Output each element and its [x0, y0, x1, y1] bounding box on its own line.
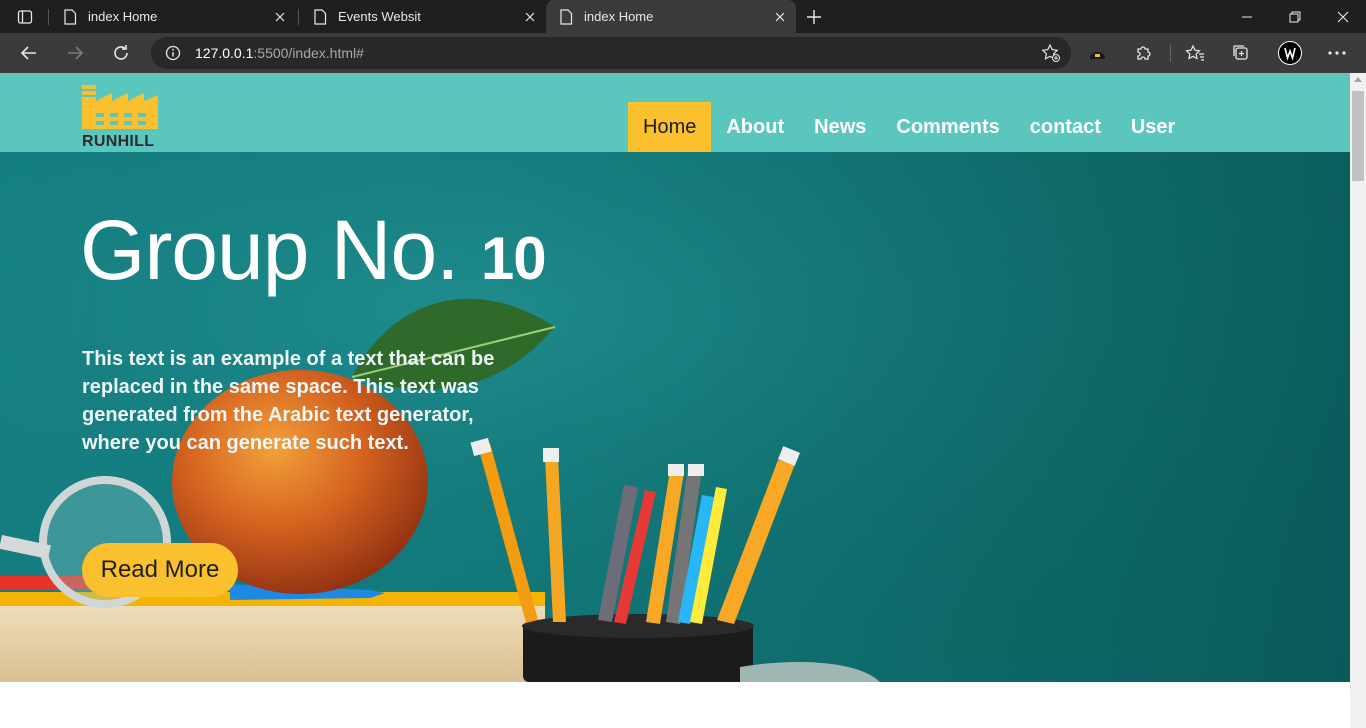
- toolbar-divider: [1170, 44, 1171, 62]
- site-header: RUNHILL Home About News Comments contact…: [0, 73, 1350, 152]
- hero-description: This text is an example of a text that c…: [82, 348, 495, 454]
- collections-button[interactable]: [1225, 37, 1257, 69]
- avatar: [1278, 41, 1302, 65]
- tab-actions-button[interactable]: [8, 0, 42, 33]
- browser-window: index Home Events Websit index Home 127.…: [0, 0, 1366, 728]
- add-favorite-icon[interactable]: [1041, 43, 1061, 66]
- tab-separator: [298, 9, 299, 25]
- forward-button[interactable]: [59, 37, 91, 69]
- scroll-up-arrow-icon[interactable]: [1354, 77, 1362, 82]
- page-icon: [558, 8, 574, 25]
- collections-icon: [1233, 45, 1248, 60]
- refresh-icon: [114, 45, 128, 60]
- tab-3-active[interactable]: index Home: [546, 0, 796, 33]
- favorites-icon: [1185, 44, 1204, 61]
- nav-contact[interactable]: contact: [1015, 102, 1116, 152]
- settings-menu-button[interactable]: [1321, 37, 1353, 69]
- restore-button[interactable]: [1272, 0, 1318, 33]
- hero-section: Group No. 10 This text is an example of …: [0, 152, 1350, 682]
- hero-title: Group No. 10: [80, 202, 547, 299]
- main-nav: Home About News Comments contact User: [628, 102, 1190, 152]
- close-tab-icon[interactable]: [768, 5, 792, 29]
- page-scrollbar[interactable]: [1350, 73, 1366, 728]
- scrollbar-thumb[interactable]: [1352, 91, 1364, 181]
- nav-comments[interactable]: Comments: [881, 102, 1014, 152]
- more-icon: [1328, 51, 1346, 55]
- hero-title-number: 10: [480, 225, 547, 292]
- nav-user[interactable]: User: [1116, 102, 1190, 152]
- profile-button[interactable]: [1274, 37, 1306, 69]
- logo-text: RUNHILL: [82, 133, 155, 150]
- tab-strip: index Home Events Websit index Home: [0, 0, 1366, 33]
- tab-1[interactable]: index Home: [50, 0, 296, 33]
- page-viewport: RUNHILL Home About News Comments contact…: [0, 73, 1350, 728]
- tab-2[interactable]: Events Websit: [300, 0, 546, 33]
- forward-arrow-icon: [68, 46, 84, 60]
- puzzle-icon: [1137, 46, 1151, 60]
- close-icon: [1337, 11, 1349, 22]
- read-more-button[interactable]: Read More: [82, 543, 238, 597]
- refresh-button[interactable]: [105, 37, 137, 69]
- close-window-button[interactable]: [1320, 0, 1366, 33]
- site-info-icon[interactable]: [151, 45, 195, 61]
- page-icon: [312, 8, 328, 25]
- minimize-button[interactable]: [1224, 0, 1270, 33]
- tab-actions-icon: [17, 9, 33, 24]
- back-arrow-icon: [20, 46, 36, 60]
- nav-news[interactable]: News: [799, 102, 881, 152]
- nav-about[interactable]: About: [711, 102, 799, 152]
- minimize-icon: [1242, 16, 1252, 17]
- close-tab-icon[interactable]: [268, 5, 292, 29]
- tab-title: index Home: [584, 9, 654, 24]
- extension-ghost-button[interactable]: [1082, 37, 1114, 69]
- favorites-button[interactable]: [1179, 37, 1211, 69]
- tab-title: index Home: [88, 9, 158, 24]
- hero-title-text: Group No.: [80, 203, 460, 297]
- close-tab-icon[interactable]: [518, 5, 542, 29]
- tab-separator: [48, 9, 49, 25]
- url-host: 127.0.0.1: [195, 45, 254, 61]
- plus-icon: [807, 9, 821, 24]
- browser-toolbar: 127.0.0.1:5500/index.html#: [0, 33, 1366, 73]
- new-tab-button[interactable]: [798, 0, 830, 33]
- tab-title: Events Websit: [338, 9, 421, 24]
- extensions-button[interactable]: [1128, 37, 1160, 69]
- address-bar[interactable]: 127.0.0.1:5500/index.html#: [151, 37, 1071, 69]
- ghost-extension-icon: [1090, 52, 1105, 59]
- back-button[interactable]: [13, 37, 45, 69]
- page-icon: [62, 8, 78, 25]
- nav-home[interactable]: Home: [628, 102, 712, 152]
- restore-icon: [1289, 11, 1301, 22]
- url-path: :5500/index.html#: [253, 45, 364, 61]
